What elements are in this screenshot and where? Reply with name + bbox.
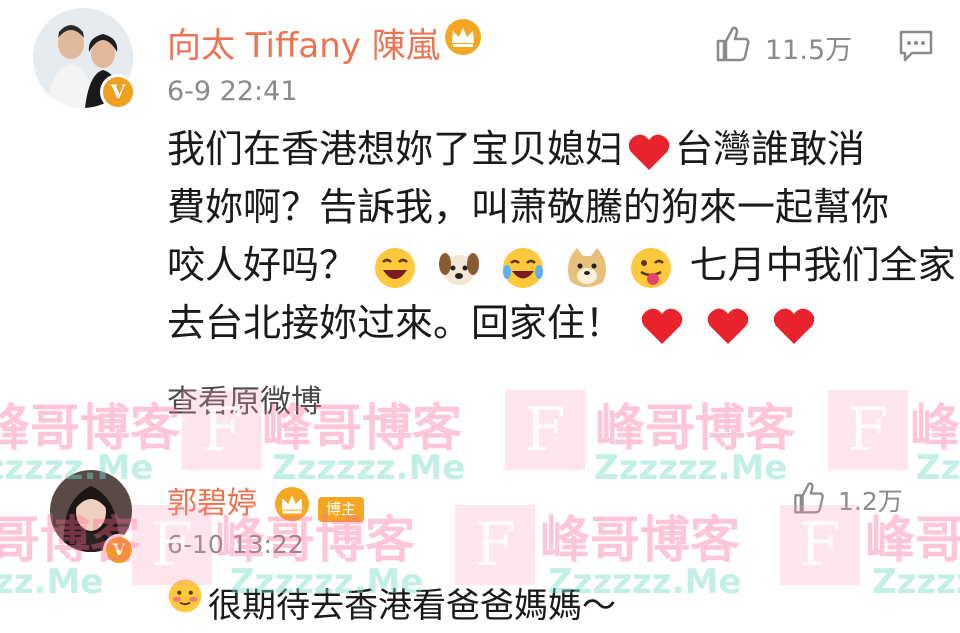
- post-username[interactable]: 向太 Tiffany 陳嵐: [167, 18, 440, 67]
- blushing-face-icon: [168, 579, 202, 613]
- reply-username[interactable]: 郭碧婷: [167, 478, 257, 522]
- watermark-text: 峰哥博客: [540, 511, 740, 569]
- laughing-face-icon: [375, 247, 416, 288]
- heart-icon: [774, 308, 815, 344]
- thumbs-up-icon[interactable]: [712, 24, 752, 64]
- doge-icon: [568, 247, 607, 287]
- watermark-text: 峰哥博客: [910, 399, 960, 457]
- watermark-text: 峰哥博客: [0, 399, 180, 457]
- watermark-url: Zzzzzz.Me: [0, 562, 104, 602]
- watermark-url: Zzzzzz.Me: [594, 448, 788, 488]
- crown-icon: [445, 19, 481, 55]
- reply-like-count[interactable]: 1.2万: [838, 482, 903, 518]
- comment-icon[interactable]: [898, 28, 934, 64]
- heart-icon: [641, 308, 683, 344]
- watermark-logo: F: [828, 390, 908, 470]
- post-text-line-1a: 我们在香港想妳了宝贝媳妇: [167, 127, 624, 171]
- view-original-link[interactable]: 查看原微博: [167, 376, 322, 421]
- heart-icon: [707, 308, 749, 344]
- watermark-url: Zzzzzz.Me: [272, 448, 466, 488]
- author-badge: 博主: [318, 497, 364, 522]
- post-text-line-4: 去台北接妳过來。回家住！: [167, 301, 624, 345]
- watermark-url: Zzzzzz.Me: [916, 448, 960, 488]
- watermark-logo: F: [455, 505, 535, 585]
- watermark-text: 峰哥博客: [595, 399, 795, 457]
- verified-v-icon: V: [100, 74, 136, 110]
- tears-of-joy-icon: [503, 247, 544, 288]
- dog-face-icon: [439, 252, 480, 285]
- winking-tongue-face-icon: [631, 247, 672, 288]
- post-like-count[interactable]: 11.5万: [765, 28, 852, 67]
- post-text-line-1b: 台灣誰敢消: [675, 127, 866, 171]
- reply-timestamp: 6-10 13:22: [167, 530, 304, 559]
- heart-icon: [628, 134, 670, 170]
- post-body: 我们在香港想妳了宝贝媳妇 台灣誰敢消 費妳啊？告訴我，叫萧敬騰的狗來一起幫你 咬人…: [167, 120, 956, 352]
- watermark-url: Zzzzzz.Me: [872, 562, 960, 602]
- post-text-line-3b: 七月中我们全家: [689, 243, 956, 287]
- reply-text: 很期待去香港看爸爸媽媽～: [208, 586, 616, 626]
- post-text-line-2: 費妳啊？告訴我，叫萧敬騰的狗來一起幫你: [167, 185, 890, 229]
- verified-v-icon: V: [103, 534, 135, 566]
- crown-icon: [274, 486, 310, 522]
- post-timestamp: 6-9 22:41: [167, 76, 298, 107]
- watermark-logo: F: [505, 390, 585, 470]
- thumbs-up-icon[interactable]: [790, 480, 826, 516]
- post-text-line-3a: 咬人好吗？: [167, 243, 358, 287]
